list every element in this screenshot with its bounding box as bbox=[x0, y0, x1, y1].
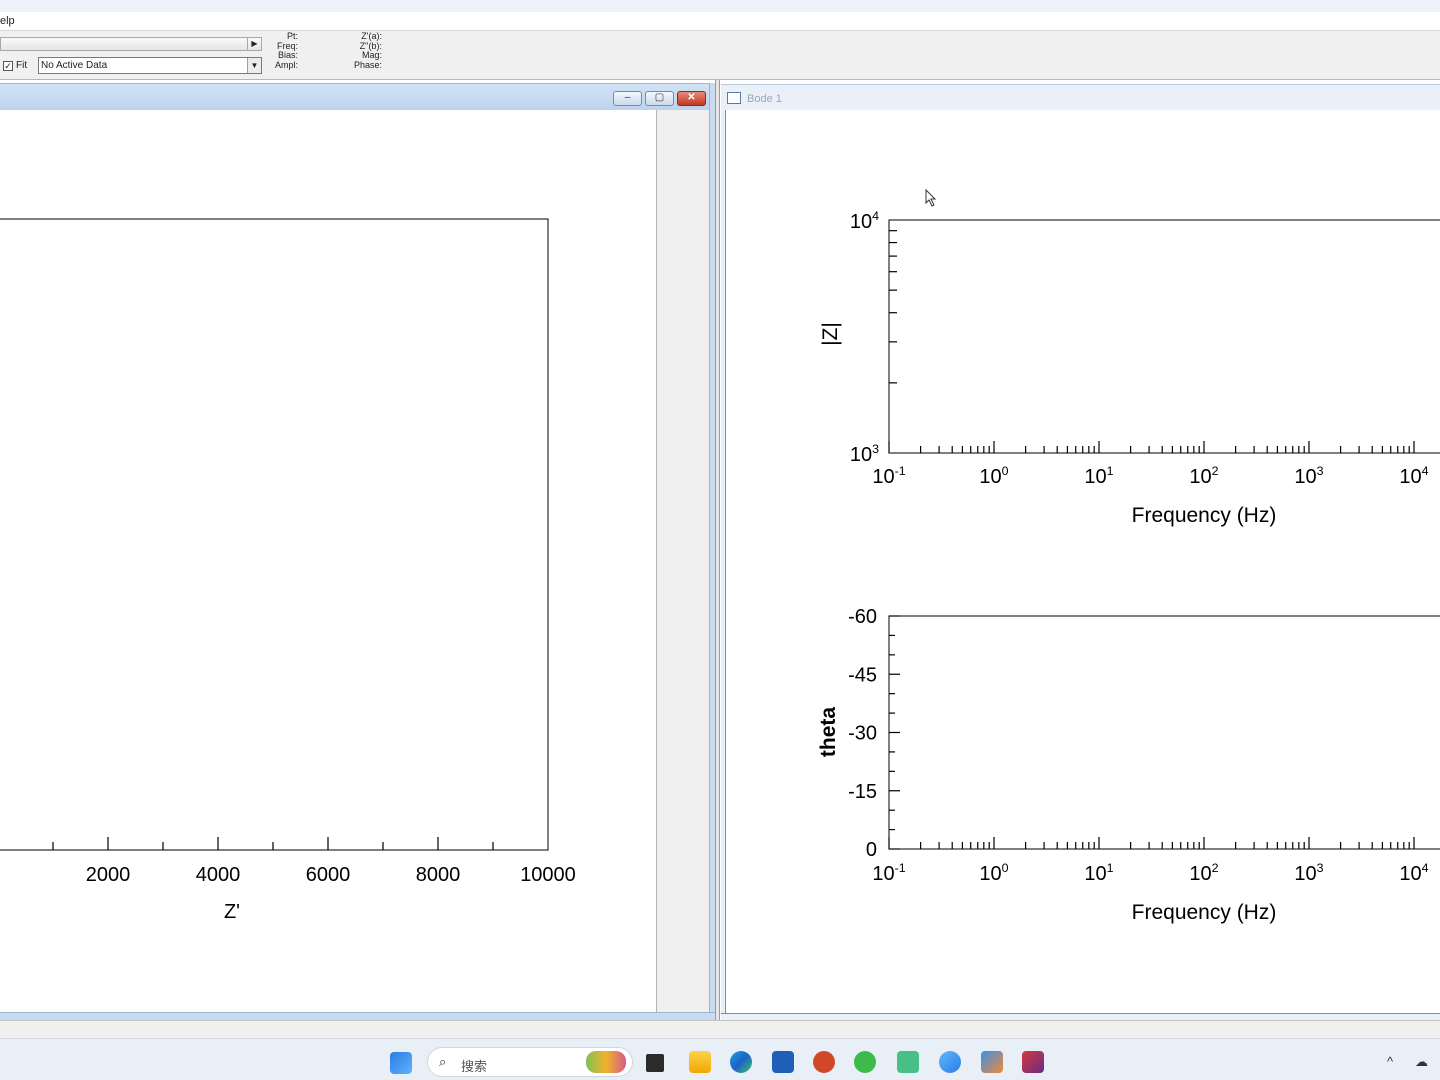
fit-checkbox[interactable]: ✓ bbox=[3, 60, 13, 71]
search-icon: ⌕ bbox=[439, 1054, 447, 1069]
info-left-labels: Pt: Freq: Bias: Ampl: bbox=[272, 31, 298, 70]
remote-desktop-icon[interactable] bbox=[897, 1051, 919, 1073]
info-phase-label: Phase: bbox=[353, 59, 382, 70]
taskbar-search[interactable]: ⌕ 搜索 bbox=[427, 1047, 633, 1077]
tray-expand-icon[interactable]: ^ bbox=[1387, 1054, 1393, 1069]
bode-plot-area[interactable]: 10-1 100 101 102 103 104 104 103 |Z| Frequency… bbox=[727, 110, 1440, 1013]
nyquist-plot-area[interactable]: 2000 4000 6000 8000 10000 Z' bbox=[0, 110, 656, 1012]
photos-icon[interactable] bbox=[939, 1051, 961, 1073]
nyquist-window-titlebar[interactable]: – ▢ ✕ bbox=[0, 83, 713, 110]
task-view-icon[interactable] bbox=[646, 1054, 664, 1072]
bode-phase-y-tick-label: -15 bbox=[848, 781, 877, 803]
bode-phase-x-tick-label: 102 bbox=[1189, 861, 1218, 885]
start-icon[interactable] bbox=[390, 1052, 412, 1074]
bode-phase-x-tick-label: 103 bbox=[1294, 861, 1323, 885]
bode-phase-frame bbox=[888, 615, 1440, 850]
close-icon[interactable]: ✕ bbox=[677, 91, 706, 106]
window-frame-bottom bbox=[0, 1012, 715, 1020]
nyquist-x-tick-label: 10000 bbox=[520, 864, 576, 886]
bode-mag-x-tick-label: 103 bbox=[1294, 464, 1323, 488]
zview-icon[interactable] bbox=[1022, 1051, 1044, 1073]
nyquist-x-tick-label: 2000 bbox=[86, 864, 131, 886]
bode-phase-y-tick-label: -60 bbox=[848, 606, 877, 628]
menu-help[interactable]: elp bbox=[0, 15, 15, 27]
bode-mag-x-tick-label: 104 bbox=[1399, 464, 1428, 488]
bode-phase-y-tick-label: -45 bbox=[848, 664, 877, 686]
bode-phase-x-tick-label: 10-1 bbox=[872, 861, 905, 885]
chart-window-icon bbox=[727, 92, 741, 104]
bode-mag-y-tick-label: 103 bbox=[850, 442, 879, 466]
word-icon[interactable] bbox=[772, 1051, 794, 1073]
edge-icon[interactable] bbox=[730, 1051, 752, 1073]
chevron-down-icon[interactable]: ▼ bbox=[247, 58, 261, 73]
fit-label: Fit bbox=[16, 60, 28, 71]
bode-phase-x-tick-label: 101 bbox=[1084, 861, 1113, 885]
snipping-tool-icon[interactable] bbox=[981, 1051, 1003, 1073]
nyquist-x-tick-label: 4000 bbox=[196, 864, 241, 886]
bode-phase-y-tick-label: 0 bbox=[866, 839, 877, 861]
nyquist-x-tick-label: 6000 bbox=[306, 864, 351, 886]
bode-mag-y-tick-label: 104 bbox=[850, 209, 879, 233]
powerpoint-icon[interactable] bbox=[813, 1051, 835, 1073]
bode-window-title: Bode 1 bbox=[747, 93, 782, 105]
info-right-labels: Z'(a): Z''(b): Mag: Phase: bbox=[346, 31, 382, 70]
nyquist-chart: 2000 4000 6000 8000 10000 Z' bbox=[0, 218, 576, 923]
fit-checkbox-group[interactable]: ✓ Fit bbox=[3, 60, 27, 71]
bode-mag-x-tick-label: 101 bbox=[1084, 464, 1113, 488]
taskbar bbox=[0, 1038, 1440, 1080]
bode-mag-y-label: |Z| bbox=[819, 322, 842, 346]
menu-bar: elp bbox=[0, 12, 1440, 31]
status-bar bbox=[0, 1020, 1440, 1038]
bode-mag-frame bbox=[888, 219, 1440, 454]
wechat-icon[interactable] bbox=[854, 1051, 876, 1073]
scroll-right-arrow-icon[interactable]: ▶ bbox=[247, 38, 261, 50]
search-placeholder: 搜索 bbox=[461, 1059, 488, 1074]
bode-phase-x-tick-label: 104 bbox=[1399, 861, 1428, 885]
minimize-icon[interactable]: – bbox=[613, 91, 642, 106]
bode-frame-bottom bbox=[721, 1013, 1440, 1020]
bode-mag-x-tick-label: 10-1 bbox=[872, 464, 905, 488]
bode-phase-x-tick-label: 100 bbox=[979, 861, 1008, 885]
active-data-select[interactable]: No Active Data ▼ bbox=[38, 57, 262, 74]
search-highlight-icon bbox=[586, 1051, 626, 1073]
active-data-value: No Active Data bbox=[41, 60, 108, 71]
data-scroll-bar[interactable]: ▶ bbox=[0, 37, 262, 51]
nyquist-plot-frame bbox=[0, 218, 549, 851]
toolbar: ▶ ✓ Fit No Active Data ▼ Pt: Freq: Bias:… bbox=[0, 31, 1440, 80]
mouse-cursor-icon bbox=[925, 188, 937, 207]
info-ampl-label: Ampl: bbox=[274, 59, 298, 70]
bode-window-titlebar[interactable]: Bode 1 bbox=[721, 84, 1440, 110]
bode-phase-y-label: theta bbox=[817, 707, 840, 757]
bode-mag-x-label: Frequency (Hz) bbox=[1132, 504, 1277, 527]
bode-frame-left bbox=[721, 110, 726, 1020]
bode-mag-x-tick-label: 102 bbox=[1189, 464, 1218, 488]
restore-icon[interactable]: ▢ bbox=[645, 91, 674, 106]
nyquist-x-label: Z' bbox=[224, 901, 240, 923]
nyquist-side-panel bbox=[656, 110, 713, 1012]
bode-chart: 10-1 100 101 102 103 104 104 103 |Z| Frequency… bbox=[817, 188, 1440, 924]
top-strip bbox=[0, 0, 1440, 12]
file-explorer-icon[interactable] bbox=[689, 1051, 711, 1073]
window-splitter[interactable] bbox=[715, 80, 720, 1020]
bode-phase-y-tick-label: -30 bbox=[848, 723, 877, 745]
nyquist-x-tick-label: 8000 bbox=[416, 864, 461, 886]
bode-phase-x-label: Frequency (Hz) bbox=[1132, 901, 1277, 924]
cloud-sync-icon[interactable]: ☁ bbox=[1415, 1054, 1428, 1070]
bode-mag-x-tick-label: 100 bbox=[979, 464, 1008, 488]
